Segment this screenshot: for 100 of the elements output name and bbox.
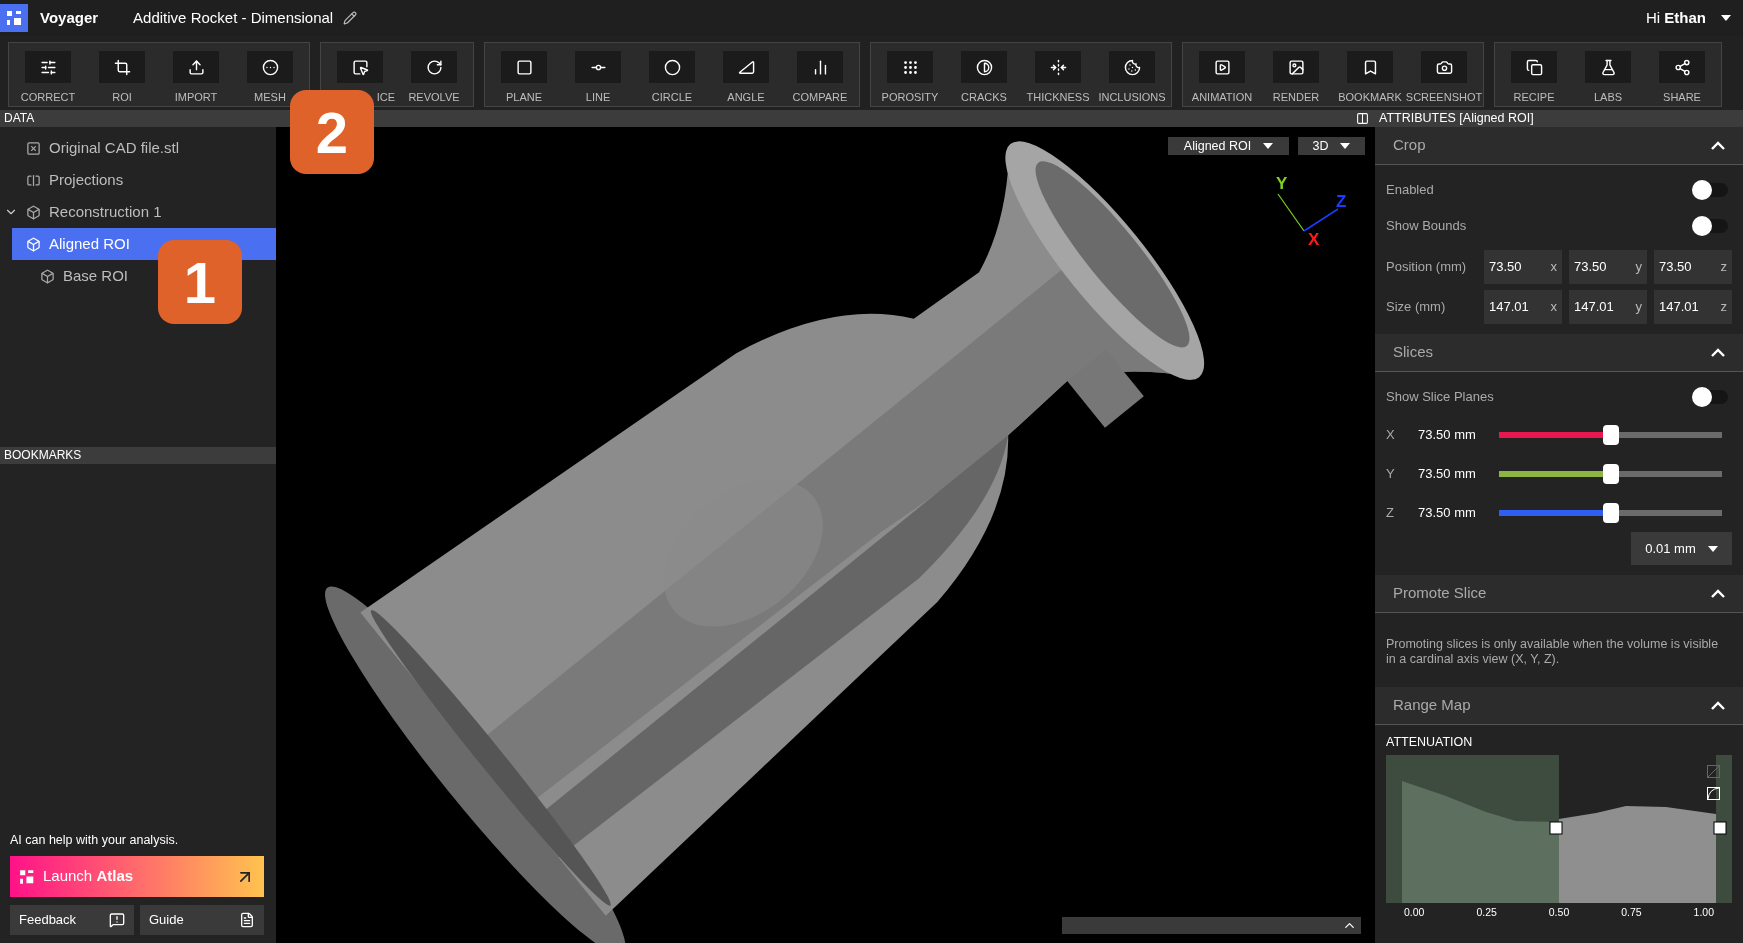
section-header[interactable]: Range Map bbox=[1375, 687, 1743, 725]
toolbar-button[interactable]: ROI bbox=[85, 43, 159, 106]
slider-thumb[interactable] bbox=[1602, 502, 1619, 523]
slider-reading: 73.50 mm bbox=[1418, 425, 1477, 444]
toolbar-button[interactable]: RENDER bbox=[1259, 43, 1333, 106]
slider-thumb[interactable] bbox=[1602, 463, 1619, 484]
section-header[interactable]: Slices bbox=[1375, 334, 1743, 372]
user-greeting[interactable]: Hi Ethan bbox=[1646, 6, 1706, 30]
toolbar-button[interactable]: THICKNESS bbox=[1021, 43, 1095, 106]
logo-icon[interactable] bbox=[0, 4, 28, 32]
info-text: Promoting slices is only available when the volume is visible in a cardinal axis view (X, Y, Z). bbox=[1386, 637, 1719, 667]
rotate-icon bbox=[411, 51, 457, 83]
toolbar-button[interactable]: COMPARE bbox=[783, 43, 857, 106]
number-field[interactable]: 147.01 z bbox=[1654, 290, 1732, 324]
toolbar-button[interactable]: REVOLVE bbox=[397, 43, 471, 106]
toggle-label: Enabled bbox=[1386, 181, 1434, 200]
number-callout-tooltip: 2 bbox=[290, 90, 374, 174]
fold-icon bbox=[1035, 51, 1081, 83]
section-header[interactable]: Promote Slice bbox=[1375, 575, 1743, 613]
toggle-switch[interactable] bbox=[1694, 183, 1728, 197]
split-square-icon bbox=[26, 172, 41, 188]
footer-button[interactable]: Feedback bbox=[10, 905, 134, 935]
split-view-icon[interactable] bbox=[1356, 112, 1369, 125]
share-icon bbox=[1659, 51, 1705, 83]
footer-button[interactable]: Guide bbox=[140, 905, 264, 935]
number-field[interactable]: 147.01 y bbox=[1569, 290, 1647, 324]
view-dropdown[interactable]: 3D bbox=[1298, 137, 1365, 155]
app-name: Voyager bbox=[40, 7, 99, 28]
axis-tick-label: 0.25 bbox=[1476, 904, 1497, 920]
toolbar-button[interactable]: POROSITY bbox=[873, 43, 947, 106]
logo-icon bbox=[19, 868, 35, 885]
section-header[interactable]: Crop bbox=[1375, 127, 1743, 165]
range-handle[interactable] bbox=[1713, 821, 1727, 835]
toolbar-button[interactable]: PLANE bbox=[487, 43, 561, 106]
chevron-up-icon bbox=[1711, 141, 1725, 150]
number-field[interactable]: 73.50 z bbox=[1654, 250, 1732, 284]
view-dropdown[interactable]: Aligned ROI bbox=[1168, 137, 1289, 155]
flask-icon bbox=[1585, 51, 1631, 83]
toggle-switch[interactable] bbox=[1694, 219, 1728, 233]
tree-item[interactable]: Original CAD file.stl bbox=[0, 132, 184, 164]
slider-thumb[interactable] bbox=[1602, 424, 1619, 445]
axis-tick-label: 0.00 bbox=[1404, 904, 1425, 920]
field-label: Position (mm) bbox=[1386, 258, 1468, 277]
toolbar-button[interactable]: LABS bbox=[1571, 43, 1645, 106]
toolbar-button[interactable]: RECIPE bbox=[1497, 43, 1571, 106]
tree-item[interactable]: Projections bbox=[0, 164, 128, 196]
toolbar-button[interactable]: SHARE bbox=[1645, 43, 1719, 106]
number-field[interactable]: 73.50 x bbox=[1484, 250, 1562, 284]
toolbar-button[interactable]: CORRECT bbox=[11, 43, 85, 106]
tree-item[interactable]: Reconstruction 1 bbox=[0, 196, 166, 228]
toggle-label: Show Bounds bbox=[1386, 217, 1467, 236]
caret-icon bbox=[1707, 545, 1718, 552]
camera-icon bbox=[1421, 51, 1467, 83]
axis-label: X bbox=[1386, 425, 1396, 444]
axis-label: Y bbox=[1386, 464, 1396, 483]
tree-item[interactable]: Base ROI bbox=[0, 260, 133, 292]
angle-icon bbox=[723, 51, 769, 83]
sliders-icon bbox=[25, 51, 71, 83]
square-icon bbox=[501, 51, 547, 83]
bar-chart-icon bbox=[797, 51, 843, 83]
toolbar-button[interactable]: CRACKS bbox=[947, 43, 1021, 106]
play-icon bbox=[1199, 51, 1245, 83]
caret-icon bbox=[1263, 143, 1274, 149]
crop-icon bbox=[99, 51, 145, 83]
cards-icon bbox=[1511, 51, 1557, 83]
toolbar-button[interactable]: SCREENSHOT bbox=[1407, 43, 1481, 106]
chevron-up-icon bbox=[1711, 701, 1725, 710]
image-icon bbox=[1273, 51, 1319, 83]
toggle-switch[interactable] bbox=[1694, 390, 1728, 404]
histogram-title: ATTENUATION bbox=[1386, 734, 1474, 751]
dots-icon bbox=[887, 51, 933, 83]
message-icon bbox=[109, 912, 125, 928]
bookmark-icon bbox=[1347, 51, 1393, 83]
toggle-label: Show Slice Planes bbox=[1386, 388, 1494, 407]
axis-label: X bbox=[1308, 230, 1320, 249]
cube-icon bbox=[26, 204, 41, 220]
step-dropdown[interactable]: 0.01 mm bbox=[1631, 532, 1732, 565]
toolbar-button[interactable]: IMPORT bbox=[159, 43, 233, 106]
toolbar-button[interactable]: ANGLE bbox=[709, 43, 783, 106]
axis-label: Z bbox=[1386, 503, 1395, 522]
cookie-icon bbox=[1109, 51, 1155, 83]
number-field[interactable]: 147.01 x bbox=[1484, 290, 1562, 324]
axis-label: Y bbox=[1276, 175, 1288, 193]
caret-icon bbox=[1721, 15, 1731, 21]
slider-reading: 73.50 mm bbox=[1418, 503, 1477, 522]
panel-header: ATTRIBUTES [Aligned ROI] bbox=[1375, 110, 1743, 127]
toolbar-button[interactable]: ANIMATION bbox=[1185, 43, 1259, 106]
toolbar-button[interactable]: LINE bbox=[561, 43, 635, 106]
number-field[interactable]: 73.50 y bbox=[1569, 250, 1647, 284]
toolbar-button[interactable]: CIRCLE bbox=[635, 43, 709, 106]
toolbar-button[interactable]: INCLUSIONS bbox=[1095, 43, 1169, 106]
panel-header: BOOKMARKS bbox=[0, 447, 276, 464]
document-icon bbox=[239, 912, 255, 928]
range-handle[interactable] bbox=[1549, 821, 1563, 835]
toolbar-button[interactable]: BOOKMARK bbox=[1333, 43, 1407, 106]
crossed-box-icon bbox=[26, 140, 41, 156]
caret-icon bbox=[1340, 143, 1351, 149]
axis-tick-label: 0.75 bbox=[1621, 904, 1642, 920]
cube-icon bbox=[40, 268, 55, 284]
pencil-icon[interactable] bbox=[343, 11, 358, 25]
